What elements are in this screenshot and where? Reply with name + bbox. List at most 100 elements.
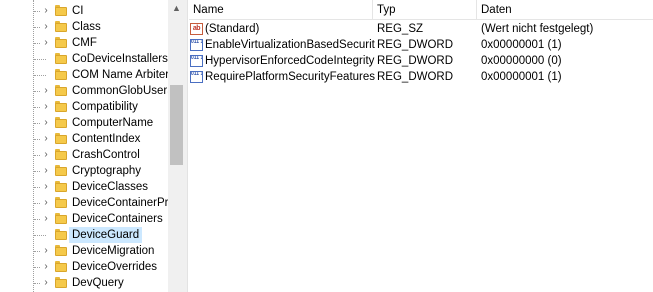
- folder-icon: [55, 149, 67, 160]
- tree-item[interactable]: › ComputerName: [0, 115, 168, 131]
- expand-chevron-icon[interactable]: ›: [40, 245, 52, 257]
- value-type: REG_DWORD: [377, 71, 454, 83]
- tree-item-label: CI: [72, 5, 84, 17]
- registry-values-list[interactable]: Name Typ Daten ab (Standard) REG_SZ (Wert n…: [189, 0, 653, 292]
- column-header-name[interactable]: Name: [189, 0, 373, 20]
- list-header: Name Typ Daten: [189, 0, 653, 20]
- folder-icon: [55, 117, 67, 128]
- tree-item-label: DeviceContainers: [72, 213, 163, 225]
- folder-icon: [55, 37, 67, 48]
- value-data: 0x00000001 (1): [481, 71, 562, 83]
- expand-chevron-icon[interactable]: ›: [40, 181, 52, 193]
- tree-item[interactable]: CoDeviceInstallers: [0, 51, 168, 67]
- tree-item-label: CommonGlobUserSe: [72, 85, 168, 97]
- value-row[interactable]: 011 110RequirePlatformSecurityFeaturesRE…: [189, 69, 653, 85]
- tree-item-label: Cryptography: [72, 165, 142, 177]
- tree-connector-dot: [34, 59, 46, 60]
- tree-item[interactable]: › Compatibility: [0, 99, 168, 115]
- tree-connector-dot: [34, 235, 46, 236]
- tree-item-label: CMF: [72, 37, 97, 49]
- tree-item-label: CoDeviceInstallers: [72, 53, 168, 65]
- expand-chevron-icon[interactable]: ›: [40, 117, 52, 129]
- folder-icon: [55, 5, 67, 16]
- value-name: EnableVirtualizationBasedSecurity: [205, 39, 375, 51]
- folder-icon: [55, 197, 67, 208]
- expand-chevron-icon[interactable]: ›: [40, 101, 52, 113]
- value-data: 0x00000001 (1): [481, 39, 562, 51]
- tree-item-label: DeviceClasses: [72, 181, 149, 193]
- value-row[interactable]: 011 110HypervisorEnforcedCodeIntegrityRE…: [189, 53, 653, 69]
- tree-item[interactable]: › CI: [0, 3, 168, 19]
- tree-item-label: COM Name Arbiter: [72, 69, 168, 81]
- value-type: REG_SZ: [377, 23, 424, 35]
- folder-icon: [55, 277, 67, 288]
- value-name: RequirePlatformSecurityFeatures: [205, 71, 375, 83]
- value-type: REG_DWORD: [377, 39, 454, 51]
- value-data: (Wert nicht festgelegt): [481, 23, 594, 35]
- tree-item-label: Class: [72, 21, 101, 33]
- expand-chevron-icon[interactable]: ›: [40, 149, 52, 161]
- folder-icon: [55, 101, 67, 112]
- tree-item-label: DevQuery: [72, 277, 124, 289]
- tree-item-label: CrashControl: [72, 149, 140, 161]
- value-row[interactable]: 011 110EnableVirtualizationBasedSecurity…: [189, 37, 653, 53]
- value-row[interactable]: ab (Standard) REG_SZ (Wert nicht festgelegt…: [189, 21, 653, 37]
- tree-item-label: Compatibility: [72, 101, 138, 113]
- expand-chevron-icon[interactable]: ›: [40, 37, 52, 49]
- dword-value-icon: 011 110: [190, 55, 203, 67]
- tree-item[interactable]: DeviceGuard: [0, 227, 168, 243]
- tree-item[interactable]: › DeviceClasses: [0, 179, 168, 195]
- tree-item[interactable]: › DeviceContainers: [0, 211, 168, 227]
- pane-splitter[interactable]: [185, 0, 188, 292]
- tree-connector-dot: [34, 75, 46, 76]
- folder-icon: [55, 213, 67, 224]
- tree-item[interactable]: › CMF: [0, 35, 168, 51]
- string-value-icon: ab: [190, 23, 203, 35]
- tree-item[interactable]: COM Name Arbiter: [0, 67, 168, 83]
- registry-key-tree[interactable]: › CI › Class › CMF CoDeviceInstallers COM Name …: [0, 0, 168, 292]
- tree-item-label: DeviceGuard: [69, 227, 143, 243]
- tree-item[interactable]: › Cryptography: [0, 163, 168, 179]
- expand-chevron-icon[interactable]: ›: [40, 5, 52, 17]
- folder-icon: [55, 165, 67, 176]
- tree-item[interactable]: › DevQuery: [0, 275, 168, 291]
- folder-icon: [55, 53, 67, 64]
- expand-chevron-icon[interactable]: ›: [40, 261, 52, 273]
- tree-item[interactable]: › DeviceOverrides: [0, 259, 168, 275]
- dword-value-icon: 011 110: [190, 71, 203, 83]
- expand-chevron-icon[interactable]: ›: [40, 165, 52, 177]
- expand-chevron-icon[interactable]: ›: [40, 21, 52, 33]
- scrollbar-thumb[interactable]: [170, 85, 183, 165]
- tree-item-label: ContentIndex: [72, 133, 141, 145]
- tree-item[interactable]: › DeviceContainerProp: [0, 195, 168, 211]
- folder-icon: [55, 261, 67, 272]
- tree-item[interactable]: › DeviceMigration: [0, 243, 168, 259]
- folder-icon: [55, 133, 67, 144]
- tree-item-label: DeviceMigration: [72, 245, 155, 257]
- tree-item[interactable]: › CommonGlobUserSe: [0, 83, 168, 99]
- expand-chevron-icon[interactable]: ›: [40, 197, 52, 209]
- tree-item-label: DeviceOverrides: [72, 261, 157, 273]
- expand-chevron-icon[interactable]: ›: [40, 133, 52, 145]
- value-name: HypervisorEnforcedCodeIntegrity: [205, 55, 375, 67]
- expand-chevron-icon[interactable]: ›: [40, 85, 52, 97]
- folder-icon: [55, 229, 67, 240]
- tree-item[interactable]: › CrashControl: [0, 147, 168, 163]
- expand-chevron-icon[interactable]: ›: [40, 277, 52, 289]
- tree-item[interactable]: › Class: [0, 19, 168, 35]
- value-data: 0x00000000 (0): [481, 55, 562, 67]
- dword-value-icon: 011 110: [190, 39, 203, 51]
- value-type: REG_DWORD: [377, 55, 454, 67]
- tree-item-label: DeviceContainerProp: [72, 197, 168, 209]
- tree-vertical-scrollbar[interactable]: ▲: [168, 0, 185, 292]
- tree-item[interactable]: › ContentIndex: [0, 131, 168, 147]
- column-header-type[interactable]: Typ: [373, 0, 477, 20]
- column-header-data[interactable]: Daten: [477, 0, 653, 20]
- tree-item-label: ComputerName: [72, 117, 154, 129]
- folder-icon: [55, 69, 67, 80]
- folder-icon: [55, 181, 67, 192]
- folder-icon: [55, 21, 67, 32]
- scroll-up-arrow-icon[interactable]: ▲: [168, 0, 185, 17]
- expand-chevron-icon[interactable]: ›: [40, 213, 52, 225]
- value-name: (Standard): [205, 23, 260, 35]
